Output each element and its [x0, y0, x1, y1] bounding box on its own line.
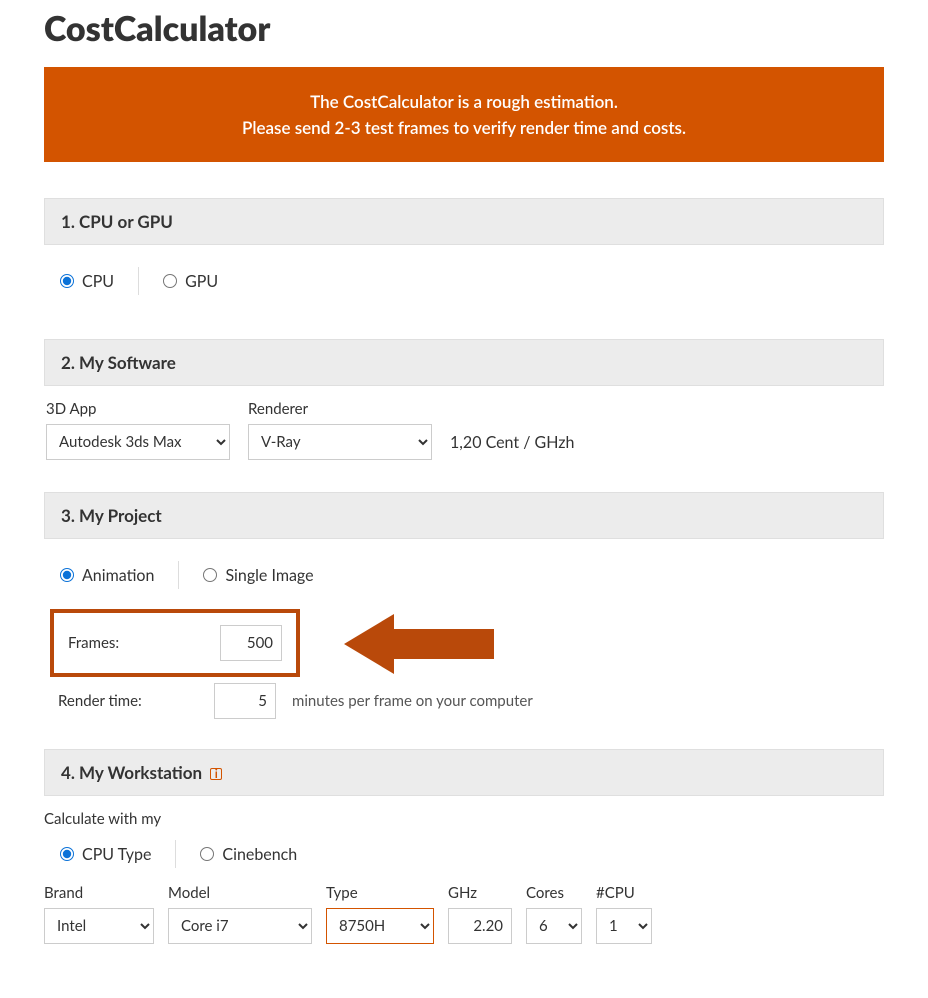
calc-with-label: Calculate with my: [44, 810, 884, 828]
radio-cinebench[interactable]: [200, 847, 214, 861]
select-ncpu[interactable]: 1: [596, 908, 652, 944]
ghz-input[interactable]: [448, 908, 512, 944]
radio-single-image-label[interactable]: Single Image: [225, 566, 313, 585]
label-renderer: Renderer: [248, 400, 432, 418]
callout-arrow-icon: [344, 609, 504, 679]
select-3dapp[interactable]: Autodesk 3ds Max: [46, 424, 230, 460]
type-label: Type: [326, 884, 434, 902]
render-time-input[interactable]: [214, 683, 276, 719]
banner-line1: The CostCalculator is a rough estimation…: [64, 89, 864, 115]
render-time-label: Render time:: [58, 692, 198, 710]
page-title: CostCalculator: [44, 8, 884, 49]
select-cores[interactable]: 6: [526, 908, 582, 944]
radio-cpu-label[interactable]: CPU: [82, 272, 114, 291]
radio-cputype-label[interactable]: CPU Type: [82, 845, 151, 864]
radio-single-image[interactable]: [203, 568, 217, 582]
frames-highlight-box: Frames:: [50, 609, 300, 677]
select-type[interactable]: 8750H: [326, 908, 434, 944]
radio-cpu[interactable]: [60, 274, 74, 288]
ncpu-label: #CPU: [596, 884, 652, 902]
select-model[interactable]: Core i7: [168, 908, 312, 944]
model-label: Model: [168, 884, 312, 902]
cores-label: Cores: [526, 884, 582, 902]
info-banner: The CostCalculator is a rough estimation…: [44, 67, 884, 162]
radio-animation-label[interactable]: Animation: [82, 566, 154, 585]
radio-cputype[interactable]: [60, 847, 74, 861]
render-time-note: minutes per frame on your computer: [292, 692, 533, 710]
radio-animation[interactable]: [60, 568, 74, 582]
section3-head: 3. My Project: [44, 492, 884, 539]
ghz-label: GHz: [448, 884, 512, 902]
select-brand[interactable]: Intel: [44, 908, 154, 944]
section2-head: 2. My Software: [44, 339, 884, 386]
info-icon[interactable]: i: [210, 768, 222, 780]
radio-gpu[interactable]: [163, 274, 177, 288]
frames-input[interactable]: [220, 625, 282, 661]
radio-cinebench-label[interactable]: Cinebench: [222, 845, 297, 864]
banner-line2: Please send 2-3 test frames to verify re…: [64, 115, 864, 141]
price-text: 1,20 Cent / GHzh: [450, 433, 574, 460]
section1-head: 1. CPU or GPU: [44, 198, 884, 245]
frames-label: Frames:: [68, 634, 119, 652]
label-3dapp: 3D App: [46, 400, 230, 418]
select-renderer[interactable]: V-Ray: [248, 424, 432, 460]
brand-label: Brand: [44, 884, 154, 902]
section4-head: 4. My Workstation i: [44, 749, 884, 796]
radio-gpu-label[interactable]: GPU: [185, 272, 218, 291]
